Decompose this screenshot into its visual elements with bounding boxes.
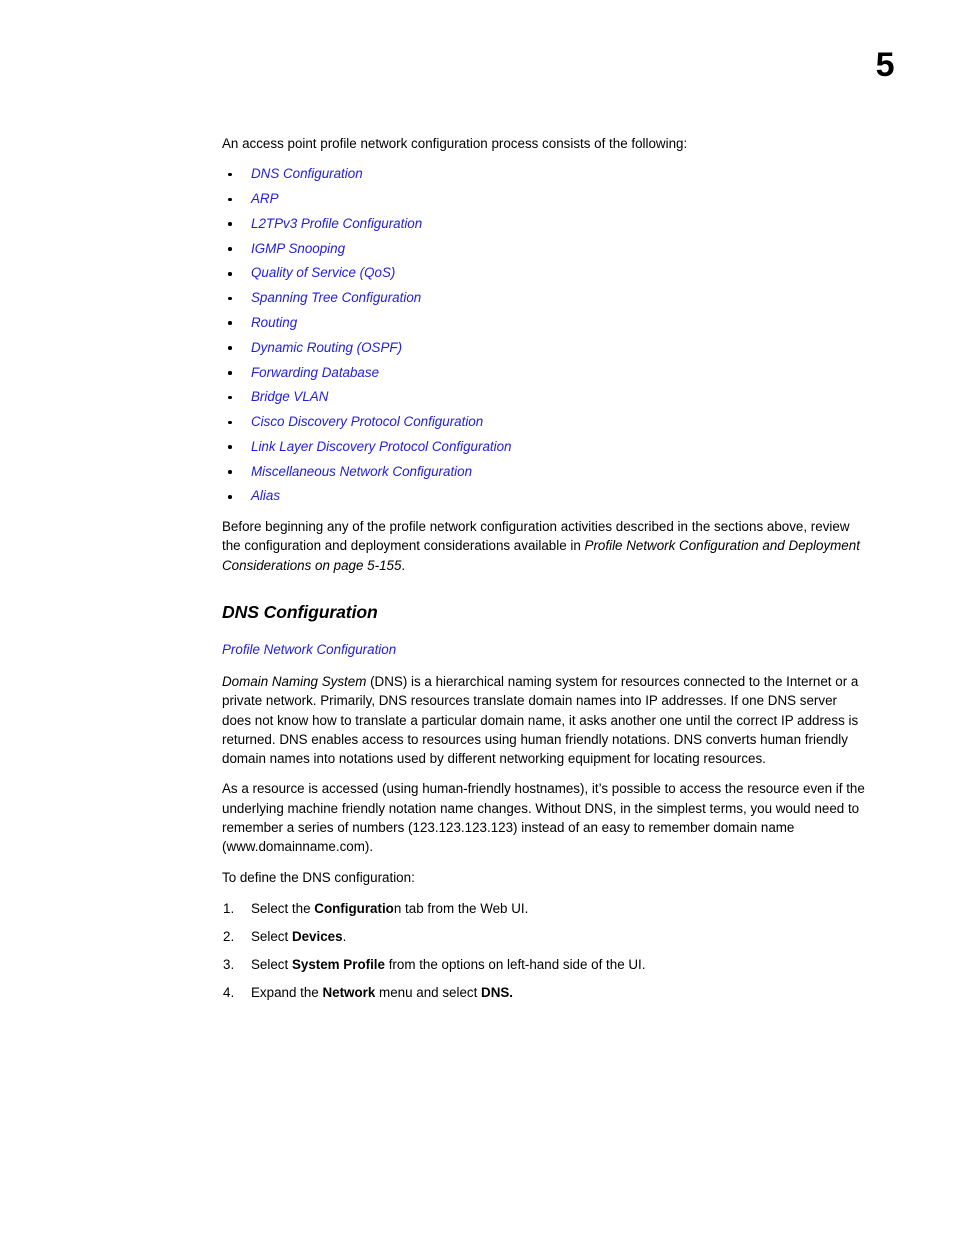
- dns-description-paragraph: Domain Naming System (DNS) is a hierarch…: [222, 672, 868, 768]
- step-4-mid-text: menu and select: [375, 984, 482, 1000]
- bullet-link-quality-of-service[interactable]: Quality of Service (QoS): [251, 265, 395, 280]
- list-item: Forwarding Database: [222, 364, 868, 383]
- list-item: Alias: [222, 487, 868, 506]
- step-2-post-text: .: [342, 928, 347, 944]
- step-2-pre-text: Select: [251, 928, 292, 944]
- link-profile-network-configuration[interactable]: Profile Network Configuration: [222, 642, 396, 657]
- bullet-link-link-layer-discovery-protocol-configuration[interactable]: Link Layer Discovery Protocol Configurat…: [251, 439, 512, 454]
- bullet-link-alias[interactable]: Alias: [251, 488, 280, 503]
- page-title: DNS Configuration: [222, 601, 378, 622]
- dns-benefits-paragraph: As a resource is accessed (using human-f…: [222, 781, 865, 855]
- list-item: L2TPv3 Profile Configuration: [222, 215, 868, 234]
- list-item: Link Layer Discovery Protocol Configurat…: [222, 438, 868, 457]
- list-item: Routing: [222, 314, 868, 333]
- step-1-post-text: n tab from the Web UI.: [393, 900, 529, 916]
- bullet-link-forwarding-database[interactable]: Forwarding Database: [251, 365, 379, 380]
- intro-paragraph: An access point profile network configur…: [222, 136, 688, 151]
- bullet-link-bridge-vlan[interactable]: Bridge VLAN: [251, 389, 328, 404]
- list-item: Dynamic Routing (OSPF): [222, 339, 868, 358]
- step-item-1: Select the Configuration tab from the We…: [222, 899, 868, 918]
- step-2-ui-target: Devices: [291, 928, 343, 944]
- list-item: Quality of Service (QoS): [222, 264, 868, 283]
- note-tail-text: .: [401, 557, 406, 573]
- bullet-link-routing[interactable]: Routing: [251, 315, 297, 330]
- bullet-link-dns-configuration[interactable]: DNS Configuration: [251, 166, 363, 181]
- step-3-ui-target: System Profile: [291, 956, 385, 972]
- page-number: 5: [875, 46, 895, 84]
- step-item-4: Expand the Network menu and select DNS.: [222, 983, 868, 1002]
- bullet-link-dynamic-routing-ospf[interactable]: Dynamic Routing (OSPF): [251, 340, 402, 355]
- deployment-considerations-note: Before beginning any of the profile netw…: [222, 517, 868, 575]
- step-4-ui-target-menu: Network: [322, 984, 376, 1000]
- step-4-pre-text: Expand the: [251, 984, 323, 1000]
- bullet-link-miscellaneous-network-configuration[interactable]: Miscellaneous Network Configuration: [251, 464, 472, 479]
- step-item-2: Select Devices.: [222, 927, 868, 946]
- process-step-link-list: DNS Configuration ARP L2TPv3 Profile Con…: [222, 165, 868, 506]
- bullet-link-l2tpv3-profile-configuration[interactable]: L2TPv3 Profile Configuration: [251, 216, 422, 231]
- dns-configuration-steps: Select the Configuration tab from the We…: [222, 899, 868, 1002]
- list-item: Miscellaneous Network Configuration: [222, 463, 868, 482]
- bullet-link-spanning-tree-configuration[interactable]: Spanning Tree Configuration: [251, 290, 421, 305]
- procedure-lead-in: To define the DNS configuration:: [222, 869, 415, 885]
- page-content: An access point profile network configur…: [222, 134, 868, 1011]
- list-item: ARP: [222, 190, 868, 209]
- bullet-link-igmp-snooping[interactable]: IGMP Snooping: [251, 241, 345, 256]
- list-item: Cisco Discovery Protocol Configuration: [222, 413, 868, 432]
- dns-term-italic: Domain Naming System: [222, 673, 367, 689]
- list-item: DNS Configuration: [222, 165, 868, 184]
- step-item-3: Select System Profile from the options o…: [222, 955, 868, 974]
- step-1-ui-target: Configuratio: [314, 900, 394, 916]
- step-4-ui-target-item: DNS.: [481, 984, 514, 1000]
- bullet-link-arp[interactable]: ARP: [251, 191, 279, 206]
- bullet-link-cisco-discovery-protocol-configuration[interactable]: Cisco Discovery Protocol Configuration: [251, 414, 483, 429]
- section-parent-link-wrapper: Profile Network Configuration: [222, 640, 868, 659]
- step-3-pre-text: Select: [251, 956, 292, 972]
- list-item: Spanning Tree Configuration: [222, 289, 868, 308]
- step-1-pre-text: Select the: [251, 900, 315, 916]
- list-item: IGMP Snooping: [222, 240, 868, 259]
- list-item: Bridge VLAN: [222, 388, 868, 407]
- step-3-post-text: from the options on left-hand side of th…: [384, 956, 646, 972]
